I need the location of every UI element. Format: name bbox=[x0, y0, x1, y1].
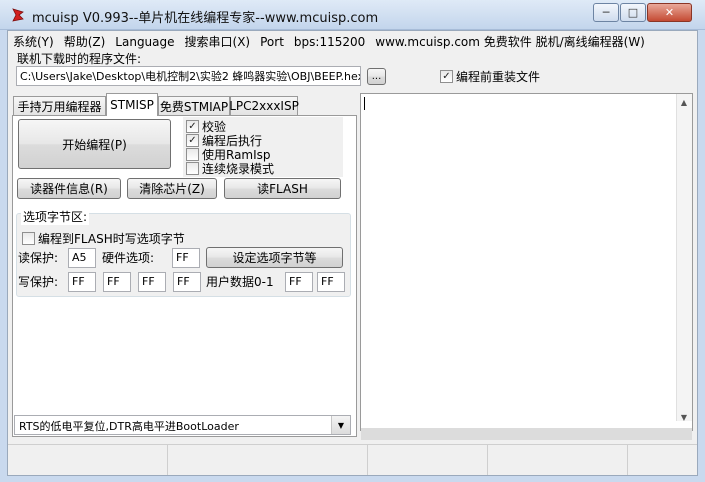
user-data-field-0[interactable]: FF bbox=[285, 272, 313, 292]
write-option-bytes-checkbox[interactable]: 编程到FLASH时写选项字节 bbox=[22, 230, 185, 247]
read-flash-button[interactable]: 读FLASH bbox=[224, 178, 341, 199]
file-label: 联机下载时的程序文件: bbox=[17, 52, 142, 66]
read-protect-field[interactable]: A5 bbox=[68, 248, 96, 268]
menu-search-port[interactable]: 搜索串口(X) bbox=[180, 33, 256, 51]
scroll-up-icon[interactable]: ▲ bbox=[676, 94, 692, 110]
user-data-label: 用户数据0-1 bbox=[206, 275, 274, 289]
options-group: ✓ 校验 ✓ 编程后执行 使用RamIsp 连续烧录模式 bbox=[183, 117, 343, 177]
checkmark-icon: ✓ bbox=[440, 70, 453, 83]
tab-stmisp[interactable]: STMISP bbox=[106, 93, 158, 116]
minimize-button[interactable]: ─ bbox=[593, 3, 619, 22]
set-option-bytes-button[interactable]: 设定选项字节等 bbox=[206, 247, 343, 268]
browse-button[interactable]: ... bbox=[367, 68, 386, 85]
file-path-field[interactable]: C:\Users\Jake\Desktop\电机控制2\实验2 蜂鸣器实验\OB… bbox=[16, 66, 361, 86]
continuous-burn-label: 连续烧录模式 bbox=[202, 162, 275, 176]
output-log[interactable] bbox=[360, 93, 693, 431]
menu-website[interactable]: www.mcuisp.com 免费软件 脱机/离线编程器(W) bbox=[370, 33, 650, 51]
scroll-down-icon[interactable]: ▼ bbox=[676, 409, 692, 425]
horizontal-scrollbar[interactable] bbox=[361, 428, 692, 440]
bootloader-mode-select[interactable]: RTS的低电平复位,DTR高电平进BootLoader bbox=[14, 415, 351, 435]
reload-before-program-checkbox[interactable]: ✓ 编程前重装文件 bbox=[440, 68, 540, 85]
status-bar bbox=[8, 444, 697, 475]
reload-label: 编程前重装文件 bbox=[456, 70, 541, 84]
menu-baudrate[interactable]: bps:115200 bbox=[289, 33, 370, 51]
write-protect-field-0[interactable]: FF bbox=[68, 272, 96, 292]
menu-system[interactable]: 系统(Y) bbox=[8, 33, 59, 51]
window-title: mcuisp V0.993--单片机在线编程专家--www.mcuisp.com bbox=[32, 11, 379, 26]
vertical-scrollbar[interactable] bbox=[676, 94, 692, 421]
chevron-down-icon[interactable]: ▼ bbox=[331, 416, 350, 434]
write-protect-field-2[interactable]: FF bbox=[138, 272, 166, 292]
menu-help[interactable]: 帮助(Z) bbox=[59, 33, 111, 51]
read-device-info-button[interactable]: 读器件信息(R) bbox=[17, 178, 121, 199]
close-button[interactable]: ✕ bbox=[647, 3, 692, 22]
menu-port[interactable]: Port bbox=[255, 33, 289, 51]
hw-option-field[interactable]: FF bbox=[172, 248, 200, 268]
maximize-button[interactable]: □ bbox=[620, 3, 646, 22]
app-logo-icon bbox=[12, 8, 24, 22]
erase-chip-button[interactable]: 清除芯片(Z) bbox=[127, 178, 217, 199]
write-protect-label: 写保护: bbox=[18, 275, 59, 289]
empty-checkbox-icon bbox=[22, 232, 35, 245]
write-protect-field-3[interactable]: FF bbox=[173, 272, 201, 292]
status-pane-3 bbox=[368, 445, 488, 475]
empty-checkbox-icon bbox=[186, 162, 199, 175]
write-protect-field-1[interactable]: FF bbox=[103, 272, 131, 292]
menu-bar: 系统(Y) 帮助(Z) Language 搜索串口(X) Port bps:11… bbox=[8, 33, 698, 51]
start-programming-button[interactable]: 开始编程(P) bbox=[18, 119, 171, 169]
tab-handheld-programmer[interactable]: 手持万用编程器 bbox=[13, 96, 106, 115]
hw-option-label: 硬件选项: bbox=[102, 251, 155, 265]
tab-lpc2xxxisp[interactable]: LPC2xxxISP bbox=[229, 96, 299, 115]
tab-free-stmiap[interactable]: 免费STMIAP bbox=[158, 96, 230, 115]
status-pane-4 bbox=[488, 445, 628, 475]
option-bytes-title: 选项字节区: bbox=[21, 209, 90, 225]
user-data-field-1[interactable]: FF bbox=[317, 272, 345, 292]
read-protect-label: 读保护: bbox=[18, 251, 59, 265]
status-pane-1 bbox=[8, 445, 168, 475]
menu-language[interactable]: Language bbox=[110, 33, 179, 51]
write-option-bytes-label: 编程到FLASH时写选项字节 bbox=[38, 232, 185, 246]
status-pane-2 bbox=[168, 445, 368, 475]
continuous-burn-checkbox[interactable]: 连续烧录模式 bbox=[186, 160, 274, 177]
text-cursor bbox=[364, 97, 365, 110]
